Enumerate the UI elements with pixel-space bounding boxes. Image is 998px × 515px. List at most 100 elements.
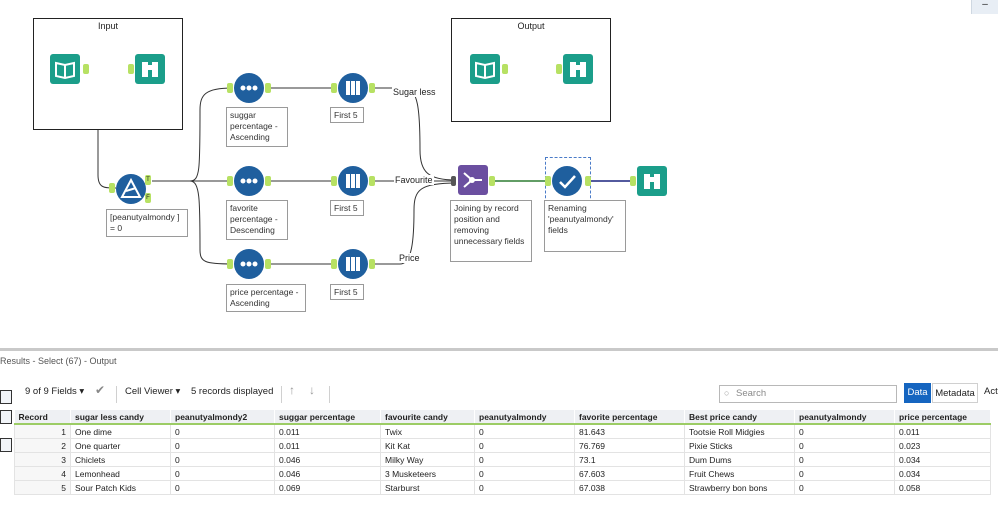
output-browse-anchor[interactable] xyxy=(556,64,562,74)
column-header[interactable]: peanutyalmondy2 xyxy=(170,410,275,425)
input-data-tool[interactable] xyxy=(50,54,80,84)
column-header[interactable]: sugar less candy xyxy=(70,410,171,425)
sort3-input-anchor[interactable] xyxy=(227,259,233,269)
table-cell[interactable]: Lemonhead xyxy=(70,466,171,481)
table-row[interactable]: 1 One dime 0 0.011 Twix 0 81.643 Tootsie Roll M… xyxy=(14,423,991,439)
table-cell[interactable]: 67.038 xyxy=(574,480,685,495)
table-cell[interactable]: 67.603 xyxy=(574,466,685,481)
table-cell[interactable]: 0.034 xyxy=(894,466,991,481)
record-number-cell[interactable]: 3 xyxy=(14,452,71,467)
table-cell[interactable]: 0.023 xyxy=(894,438,991,453)
panel-divider[interactable] xyxy=(0,348,998,351)
select-input-anchor[interactable] xyxy=(545,176,551,186)
table-cell[interactable]: 0 xyxy=(794,480,895,495)
table-cell[interactable]: 0 xyxy=(170,423,275,439)
table-cell[interactable]: 0 xyxy=(474,438,575,453)
table-cell[interactable]: 0 xyxy=(170,452,275,467)
table-cell[interactable]: 0 xyxy=(170,438,275,453)
output-input-anchor[interactable] xyxy=(502,64,508,74)
table-cell[interactable]: 73.1 xyxy=(574,452,685,467)
table-cell[interactable]: 0.046 xyxy=(274,452,381,467)
record-number-cell[interactable]: 5 xyxy=(14,480,71,495)
column-header[interactable]: peanutyalmondy xyxy=(474,410,575,425)
cell-viewer-dropdown[interactable]: Cell Viewer ▾ xyxy=(125,386,180,397)
table-cell[interactable]: 3 Musketeers xyxy=(380,466,475,481)
sort-tool-2[interactable] xyxy=(234,166,264,196)
sample2-input-anchor[interactable] xyxy=(331,176,337,186)
input-output-anchor[interactable] xyxy=(83,64,89,74)
table-row[interactable]: 3 Chiclets 0 0.046 Milky Way 0 73.1 Dum Dums 0 0.… xyxy=(14,452,991,467)
table-row[interactable]: 4 Lemonhead 0 0.046 3 Musketeers 0 67.603 Fruit… xyxy=(14,466,991,481)
fields-dropdown[interactable]: 9 of 9 Fields ▾ xyxy=(25,386,84,397)
table-cell[interactable]: 0 xyxy=(170,466,275,481)
sample-tool-2[interactable] xyxy=(338,166,368,196)
sort1-output-anchor[interactable] xyxy=(265,83,271,93)
sample2-output-anchor[interactable] xyxy=(369,176,375,186)
sort3-output-anchor[interactable] xyxy=(265,259,271,269)
table-cell[interactable]: 0 xyxy=(170,480,275,495)
output-browse-tool[interactable] xyxy=(563,54,593,84)
table-cell[interactable]: One quarter xyxy=(70,438,171,453)
join-input-anchor[interactable] xyxy=(451,176,456,186)
browse-tool-final[interactable] xyxy=(637,166,667,196)
table-cell[interactable]: One dime xyxy=(70,423,171,439)
column-header[interactable]: favorite percentage xyxy=(574,410,685,425)
browse-final-input-anchor[interactable] xyxy=(630,176,636,186)
record-number-cell[interactable]: 1 xyxy=(14,423,71,439)
column-header[interactable]: price percentage xyxy=(894,410,991,425)
sample1-input-anchor[interactable] xyxy=(331,83,337,93)
table-cell[interactable]: 0.058 xyxy=(894,480,991,495)
select-output-anchor[interactable] xyxy=(585,176,591,186)
table-cell[interactable]: 81.643 xyxy=(574,423,685,439)
table-cell[interactable]: 0 xyxy=(794,466,895,481)
table-cell[interactable]: Kit Kat xyxy=(380,438,475,453)
browse-input-anchor[interactable] xyxy=(128,64,134,74)
filter-tool[interactable] xyxy=(116,174,146,204)
table-cell[interactable]: 0.011 xyxy=(894,423,991,439)
join-output-anchor[interactable] xyxy=(489,176,495,186)
message-view-icon[interactable] xyxy=(0,410,12,424)
sample-tool-1[interactable] xyxy=(338,73,368,103)
table-cell[interactable]: Fruit Chews xyxy=(684,466,795,481)
table-cell[interactable]: Pixie Sticks xyxy=(684,438,795,453)
table-cell[interactable]: 0 xyxy=(474,423,575,439)
output-input-data-tool[interactable] xyxy=(470,54,500,84)
actions-button[interactable]: Act xyxy=(984,386,998,397)
sort2-input-anchor[interactable] xyxy=(227,176,233,186)
table-cell[interactable]: Strawberry bon bons xyxy=(684,480,795,495)
table-cell[interactable]: Dum Dums xyxy=(684,452,795,467)
table-cell[interactable]: 0.011 xyxy=(274,423,381,439)
sort-tool-3[interactable] xyxy=(234,249,264,279)
table-cell[interactable]: 0 xyxy=(474,466,575,481)
table-cell[interactable]: Milky Way xyxy=(380,452,475,467)
table-cell[interactable]: Sour Patch Kids xyxy=(70,480,171,495)
tag-view-icon[interactable] xyxy=(0,438,12,452)
column-header[interactable]: favourite candy xyxy=(380,410,475,425)
filter-false-anchor[interactable]: F xyxy=(145,193,151,203)
filter-input-anchor[interactable] xyxy=(109,183,115,193)
metadata-button[interactable]: Metadata xyxy=(932,383,978,403)
table-cell[interactable]: 0 xyxy=(794,423,895,439)
sort-tool-1[interactable] xyxy=(234,73,264,103)
record-number-cell[interactable]: 4 xyxy=(14,466,71,481)
table-row[interactable]: 5 Sour Patch Kids 0 0.069 Starburst 0 67.038 St… xyxy=(14,480,991,495)
table-cell[interactable]: 0 xyxy=(474,480,575,495)
results-table[interactable]: Record sugar less candy peanutyalmondy2 sug… xyxy=(14,410,991,495)
table-cell[interactable]: 0.069 xyxy=(274,480,381,495)
sample1-output-anchor[interactable] xyxy=(369,83,375,93)
select-tool[interactable] xyxy=(552,166,582,196)
table-cell[interactable]: 0 xyxy=(474,452,575,467)
sort2-output-anchor[interactable] xyxy=(265,176,271,186)
sample-tool-3[interactable] xyxy=(338,249,368,279)
join-multiple-tool[interactable] xyxy=(458,165,488,195)
sample3-output-anchor[interactable] xyxy=(369,259,375,269)
table-cell[interactable]: 0.034 xyxy=(894,452,991,467)
column-header[interactable]: Record xyxy=(14,410,71,425)
table-cell[interactable]: Chiclets xyxy=(70,452,171,467)
browse-tool-input[interactable] xyxy=(135,54,165,84)
table-cell[interactable]: 0 xyxy=(794,438,895,453)
checkmark-icon[interactable]: ✔ xyxy=(95,383,105,397)
table-cell[interactable]: 0 xyxy=(794,452,895,467)
column-header[interactable]: suggar percentage xyxy=(274,410,381,425)
arrow-down-icon[interactable]: ↓ xyxy=(309,383,315,397)
